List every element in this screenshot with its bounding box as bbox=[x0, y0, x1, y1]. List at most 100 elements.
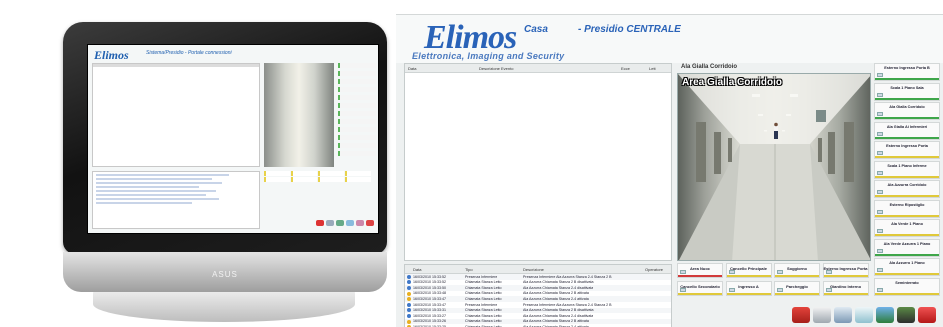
camera-feed[interactable]: Area Gialla Corridoio bbox=[677, 73, 871, 261]
status-strip bbox=[875, 136, 939, 139]
screen-camera-view bbox=[264, 63, 334, 167]
events-table[interactable]: Data Descrizione Evento Ecce Lett bbox=[404, 63, 672, 261]
side-zone-button[interactable]: Ala Gialla Ai Infermieri bbox=[874, 121, 940, 140]
camera-icon bbox=[728, 288, 735, 292]
camera-icon bbox=[680, 288, 686, 292]
log-col-description[interactable]: Descrizione bbox=[523, 267, 544, 272]
alarm-panel-icon[interactable] bbox=[792, 307, 810, 323]
info-icon bbox=[407, 280, 411, 285]
status-strip bbox=[875, 273, 939, 275]
side-zone-button[interactable]: Esterno Ripostiglio bbox=[874, 199, 940, 218]
zone-button[interactable]: Cancello Principale bbox=[725, 263, 772, 278]
device-photo: Elimos Sistema/Presidio - Portale connes… bbox=[55, 14, 395, 326]
events-col-ecce[interactable]: Ecce bbox=[621, 66, 630, 71]
log-cell-type: Presenza Infermiere bbox=[465, 274, 498, 279]
camera-icon bbox=[777, 288, 783, 292]
warning-icon bbox=[407, 319, 411, 324]
status-strip bbox=[823, 275, 868, 277]
camera-panel: Ala Gialla Corridoio Area Gialla Corrido… bbox=[677, 63, 871, 261]
log-col-operator[interactable]: Operatore bbox=[645, 267, 663, 272]
camera-icon bbox=[877, 190, 883, 194]
corridor-image bbox=[678, 74, 870, 260]
side-zone-button[interactable]: Scala 1 Piano Inferme bbox=[874, 160, 940, 179]
app-location: Casa bbox=[524, 24, 548, 35]
side-zone-button[interactable]: Esterno Ingresso Porta B bbox=[874, 63, 940, 81]
events-table-header: Data Descrizione Evento Ecce Lett bbox=[405, 64, 671, 73]
zone-button-label: Giardino Interno bbox=[829, 284, 862, 289]
side-zone-button[interactable]: Ala Azzurra Corridoio bbox=[874, 180, 940, 198]
zone-button[interactable]: Ingresso A bbox=[725, 281, 772, 296]
camera-icon bbox=[877, 287, 883, 292]
history-log-table[interactable]: Data Tipo Descrizione Operatore 16/03/20… bbox=[404, 264, 672, 327]
log-cell-desc: Ala Azzurra Chiamata Stanza 2-4 disattiv… bbox=[523, 285, 594, 290]
log-cell-date: 16/03/2010 15:33:52 bbox=[413, 274, 446, 279]
status-strip bbox=[823, 293, 868, 295]
zone-button[interactable]: Esterno Ingresso Porta bbox=[822, 263, 869, 278]
side-zone-button[interactable]: Esterno Ingresso Porta bbox=[874, 141, 940, 159]
checklist-icon[interactable] bbox=[834, 307, 852, 323]
power-icon[interactable] bbox=[918, 307, 936, 323]
side-zone-button[interactable]: Ala Gialla Corridoio bbox=[874, 102, 940, 120]
side-zone-button-label: Ala Azzurro 1 Piano bbox=[889, 261, 925, 265]
events-col-description[interactable]: Descrizione Evento bbox=[479, 66, 513, 71]
asus-logo: ASUS bbox=[212, 270, 238, 279]
events-col-lett[interactable]: Lett bbox=[649, 66, 656, 71]
log-cell-date: 16/03/2010 15:33:52 bbox=[413, 280, 446, 285]
zone-buttons-grid: Area Nuoc Cancello Principale Soggiorno Est… bbox=[677, 263, 871, 299]
log-cell-type: Chiamata Stanza Letto bbox=[465, 285, 502, 290]
log-table-header: Data Tipo Descrizione Operatore bbox=[405, 265, 671, 274]
status-strip bbox=[726, 275, 771, 277]
side-zone-button[interactable]: Ala Verde 1 Piano bbox=[874, 219, 940, 237]
status-strip bbox=[775, 293, 819, 295]
zone-button-label: Ingresso A bbox=[738, 284, 759, 289]
log-col-data[interactable]: Data bbox=[413, 267, 421, 272]
camera-icon bbox=[877, 131, 883, 136]
status-strip bbox=[875, 234, 939, 236]
zone-buttons-column: Esterno Ingresso Porta B Scala 1 Piano Sa… bbox=[874, 63, 942, 299]
zone-button[interactable]: Giardino Interno bbox=[822, 281, 869, 296]
camera-icon bbox=[777, 270, 783, 274]
zone-button[interactable]: Parcheggio bbox=[774, 281, 820, 296]
zone-button[interactable]: Soggiorno bbox=[774, 263, 820, 278]
zone-button-label: Parcheggio bbox=[786, 284, 808, 289]
side-zone-button-label: Esterno Ripostiglio bbox=[889, 202, 925, 207]
log-cell-type: Chiamata Stanza Letto bbox=[465, 291, 502, 296]
camera-icon bbox=[877, 73, 883, 77]
app-header: Elimos Elettronica, Imaging and Security… bbox=[396, 15, 943, 63]
zone-button-label: Soggiorno bbox=[787, 266, 807, 271]
events-col-data[interactable]: Data bbox=[408, 66, 416, 71]
log-cell-desc: Ala Azzurra Chiamata Stanza 2 B attivata bbox=[523, 319, 589, 324]
status-strip bbox=[678, 275, 722, 277]
side-zone-button-label: Ala Verde 1 Piano bbox=[891, 222, 923, 226]
log-col-type[interactable]: Tipo bbox=[465, 267, 473, 272]
tools-icon[interactable] bbox=[813, 307, 831, 323]
status-strip bbox=[875, 117, 939, 119]
side-zone-button-label: Seminterrato bbox=[895, 280, 919, 285]
monitor-screen: Elimos Sistema/Presidio - Portale connes… bbox=[87, 44, 379, 234]
status-strip bbox=[875, 253, 939, 256]
info-icon bbox=[407, 274, 411, 279]
zone-button[interactable]: Cancello Secondario bbox=[677, 281, 723, 296]
status-strip bbox=[875, 195, 939, 197]
info-icon bbox=[407, 308, 411, 313]
magnifier-icon[interactable] bbox=[855, 307, 873, 323]
side-zone-button-label: Ala Azzurra Corridoio bbox=[887, 183, 927, 187]
side-zone-button[interactable]: Ala Azzurro 1 Piano bbox=[874, 258, 940, 276]
side-zone-button[interactable]: Ala Verde Azzurra 1 Piano bbox=[874, 238, 940, 257]
log-cell-date: 16/03/2010 15:33:50 bbox=[413, 285, 446, 290]
side-zone-button-label: Scala 1 Piano Inferme bbox=[887, 163, 927, 168]
side-zone-button[interactable]: Seminterrato bbox=[874, 277, 940, 296]
images-icon[interactable] bbox=[876, 307, 894, 323]
log-cell-date: 16/03/2010 15:33:31 bbox=[413, 308, 446, 313]
camera-icon bbox=[728, 270, 735, 274]
zone-button[interactable]: Area Nuoc bbox=[677, 263, 723, 278]
camera-icon bbox=[825, 288, 832, 292]
screen-tray bbox=[316, 220, 376, 228]
log-cell-desc: Ala Azzurra Chiamata Stanza 2 B attivata bbox=[523, 291, 589, 296]
camera-icon bbox=[877, 268, 883, 272]
side-zone-button-label: Esterno Ingresso Porta bbox=[886, 144, 928, 148]
side-zone-button[interactable]: Scala 1 Piano Sala bbox=[874, 82, 940, 101]
log-cell-desc: Ala Azzurra Chiamata Stanza 2-4 disattiv… bbox=[523, 313, 594, 318]
log-rows: 16/03/2010 15:33:52 Presenza Infermiere Pr… bbox=[405, 274, 671, 327]
brush-icon[interactable] bbox=[897, 307, 915, 323]
